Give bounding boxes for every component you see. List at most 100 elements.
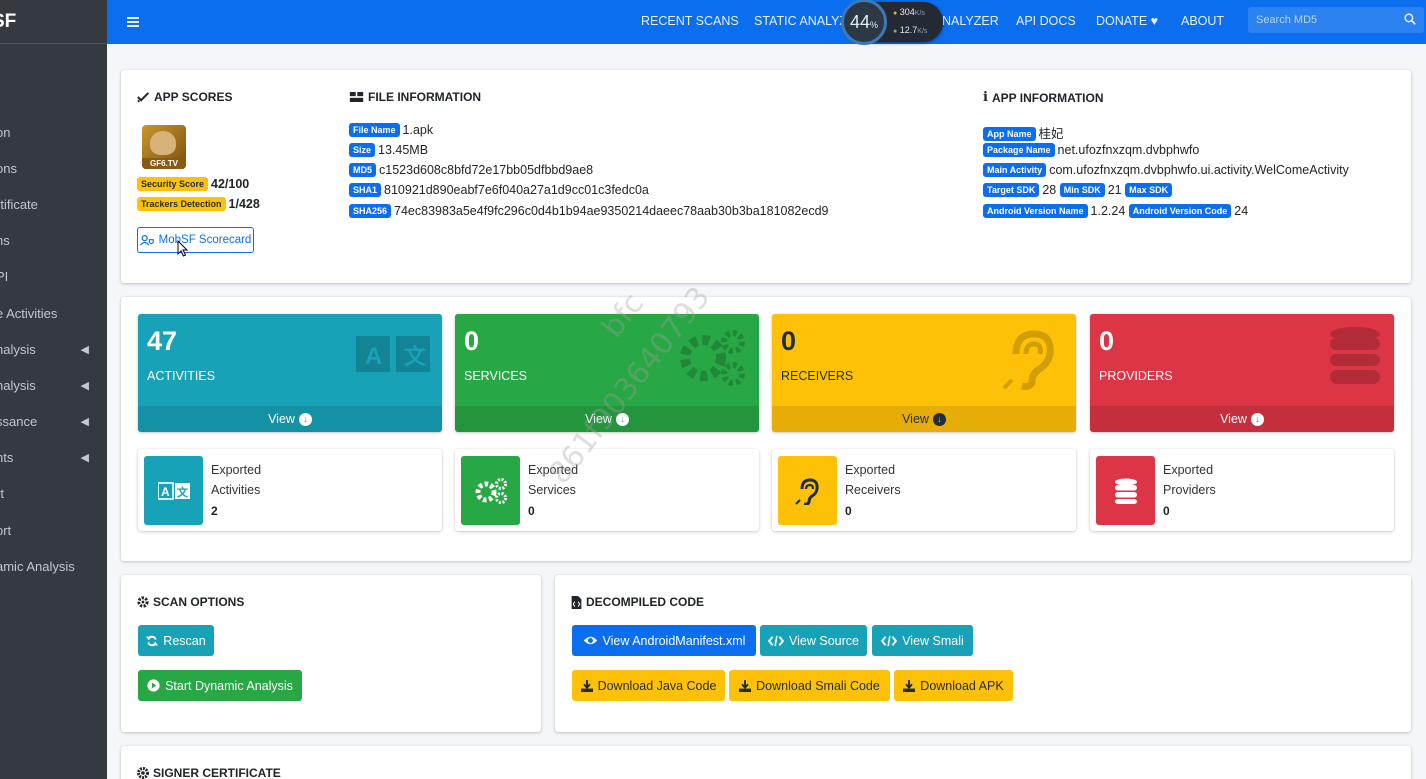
chevron-left-icon: ◀	[80, 452, 89, 465]
chevron-left-icon: ◀	[80, 343, 89, 356]
sidebar-item[interactable]: nalysis◀	[0, 331, 107, 367]
security-score-badge: Security Score	[137, 177, 209, 191]
download-arrow-icon: ●	[893, 28, 898, 35]
sidebar-item[interactable]: PI	[0, 259, 107, 295]
cpu-gauge: 44%	[841, 0, 887, 45]
check-double-icon	[137, 92, 150, 103]
cogs-icon	[680, 330, 745, 386]
search-icon[interactable]	[1404, 12, 1416, 28]
network-speed-widget: 44% ● 304K/s ● 12.7K/s	[841, 0, 943, 45]
view-manifest-button[interactable]: View AndroidManifest.xml	[572, 625, 756, 656]
cog-icon	[137, 596, 149, 608]
nav-donate[interactable]: DONATE ♥	[1096, 14, 1158, 28]
signer-certificate-title: SIGNER CERTIFICATE	[137, 766, 281, 779]
download-icon	[903, 679, 916, 692]
exported-providers-box: Exported Providers 0	[1090, 449, 1394, 531]
sidebar-item[interactable]: rt	[0, 476, 107, 512]
app-info-title: i APP INFORMATION	[983, 90, 1104, 105]
providers-box: 0 PROVIDERS View ↓	[1090, 314, 1394, 432]
decompiled-code-title: DECOMPILED CODE	[571, 595, 704, 609]
assistive-listening-icon	[1002, 330, 1054, 390]
user-shield-icon	[139, 234, 154, 246]
services-view-link[interactable]: View ↓	[455, 406, 759, 432]
sidebar-item[interactable]: rtificate	[0, 186, 107, 222]
file-info-title: FILE INFORMATION	[349, 90, 481, 104]
trackers-row: Trackers Detection 1/428	[137, 197, 260, 211]
upload-arrow-icon: ●	[893, 10, 898, 17]
database-icon	[1330, 327, 1380, 384]
download-icon	[580, 679, 593, 692]
version-row: Android Version Name 1.2.24 Android Versi…	[983, 204, 1248, 218]
file-code-icon	[571, 595, 582, 609]
svg-text:A: A	[365, 343, 382, 370]
svg-text:文: 文	[404, 344, 427, 369]
file-name-row: File Name 1.apk	[349, 123, 433, 137]
rescan-button[interactable]: Rescan	[138, 625, 214, 656]
sidebar-item[interactable]: ns	[0, 223, 107, 259]
sidebar-item[interactable]: nalysis◀	[0, 367, 107, 403]
activities-box: 47 ACTIVITIES A文 View ↓	[138, 314, 442, 432]
sidebar-item[interactable]: nts◀	[0, 440, 107, 476]
start-dynamic-analysis-button[interactable]: Start Dynamic Analysis	[138, 670, 302, 701]
brand-text: SF	[0, 10, 17, 32]
arrow-circle-down-icon: ↓	[298, 412, 312, 426]
sync-icon	[146, 635, 159, 646]
nav-about[interactable]: ABOUT	[1181, 14, 1224, 28]
eye-icon	[583, 636, 597, 645]
nav-links: RECENT SCANS STATIC ANALYZE NALYZER API …	[107, 0, 1426, 44]
speed-rates: ● 304K/s ● 12.7K/s	[893, 7, 928, 35]
sha1-row: SHA1 810921d890eabf7e6f040a27a1d9cc01c3fe…	[349, 183, 649, 197]
download-smali-button[interactable]: Download Smali Code	[729, 670, 890, 701]
play-circle-icon	[147, 679, 160, 692]
receivers-view-link[interactable]: View ↓	[772, 406, 1076, 432]
sidebar-item[interactable]: amic Analysis	[0, 548, 107, 584]
exported-receivers-box: Exported Receivers 0	[772, 449, 1076, 531]
heart-icon: ♥	[1150, 14, 1159, 28]
view-source-button[interactable]: View Source	[760, 625, 867, 656]
sidebar-item[interactable]: ssance ◀	[0, 404, 107, 440]
view-smali-button[interactable]: View Smali	[872, 625, 973, 656]
scan-options-card: SCAN OPTIONS Rescan Start Dynamic Analys…	[121, 575, 541, 732]
signer-certificate-card: SIGNER CERTIFICATE	[121, 746, 1411, 779]
chevron-left-icon: ◀	[80, 379, 89, 392]
boxes-icon	[349, 92, 364, 102]
sidebar: SF on ons rtificate ns PI e Activities n…	[0, 0, 107, 779]
search-input[interactable]	[1256, 14, 1386, 26]
arrow-circle-down-icon: ↓	[1250, 412, 1264, 426]
download-java-button[interactable]: Download Java Code	[572, 670, 725, 701]
sdk-row: Target SDK 28 Min SDK 21 Max SDK	[983, 183, 1175, 197]
assistive-listening-icon	[778, 456, 837, 525]
certificate-icon	[137, 767, 149, 779]
nav-dynamic-analyzer[interactable]: NALYZER	[942, 14, 999, 28]
activities-view-link[interactable]: View ↓	[138, 406, 442, 432]
app-name-row: App Name 桂妃	[983, 123, 1064, 142]
svg-text:文: 文	[177, 485, 189, 499]
code-icon	[881, 635, 898, 646]
mouse-cursor-icon	[177, 240, 188, 257]
sidebar-brand[interactable]: SF	[0, 0, 107, 44]
nav-api-docs[interactable]: API DOCS	[1016, 14, 1076, 28]
info-card: APP SCORES GF6.TV Security Score 42/100 T…	[121, 70, 1411, 283]
chevron-left-icon: ◀	[80, 416, 89, 429]
sidebar-menu: on ons rtificate ns PI e Activities naly…	[0, 114, 107, 584]
app-icon: GF6.TV	[142, 125, 186, 169]
md5-row: MD5 c1523d608c8bfd72e17bb05dfbbd9ae8	[349, 163, 593, 177]
sidebar-item[interactable]: ort	[0, 512, 107, 548]
scan-options-title: SCAN OPTIONS	[137, 595, 244, 609]
search-box	[1248, 7, 1424, 33]
decompiled-code-card: DECOMPILED CODE View AndroidManifest.xml…	[555, 575, 1411, 732]
sidebar-item[interactable]: e Activities	[0, 295, 107, 331]
trackers-badge: Trackers Detection	[137, 197, 226, 211]
scorecard-button[interactable]: MobSF Scorecard	[137, 227, 254, 253]
providers-view-link[interactable]: View ↓	[1090, 406, 1394, 432]
app-scores-title: APP SCORES	[137, 90, 232, 104]
sidebar-item[interactable]: on	[0, 114, 107, 150]
cogs-icon	[461, 456, 520, 525]
sidebar-item[interactable]: ons	[0, 150, 107, 186]
svg-text:A: A	[161, 485, 170, 499]
exported-activities-box: A文 Exported Activities 2	[138, 449, 442, 531]
info-icon: i	[983, 90, 988, 105]
download-apk-button[interactable]: Download APK	[894, 670, 1013, 701]
top-navbar: RECENT SCANS STATIC ANALYZE NALYZER API …	[107, 0, 1426, 44]
nav-recent-scans[interactable]: RECENT SCANS	[641, 14, 739, 28]
